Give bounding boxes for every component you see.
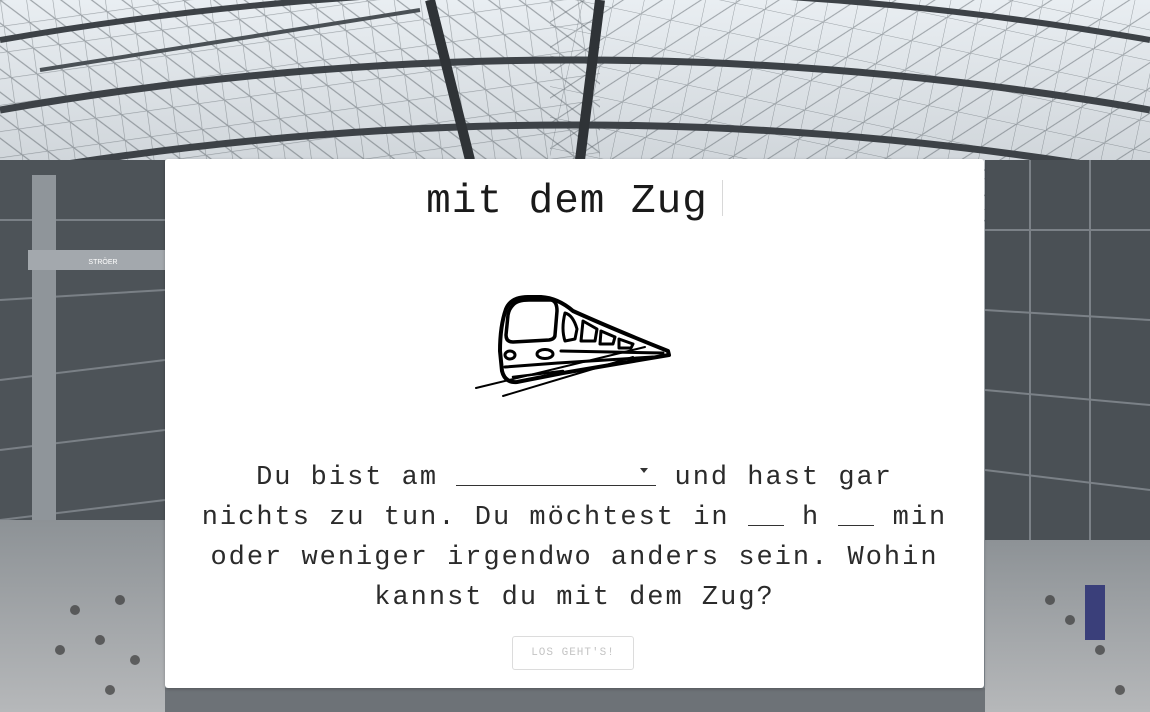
page-title: mit dem Zug: [165, 176, 984, 228]
text-cursor: [721, 180, 723, 216]
station-select[interactable]: [456, 461, 657, 486]
chevron-down-icon: [640, 468, 649, 473]
hours-input[interactable]: [747, 501, 784, 526]
prompt-text-1: Du bist am: [256, 463, 439, 493]
hours-unit-label: h: [802, 503, 821, 533]
page-title-text: mit dem Zug: [426, 179, 708, 225]
train-icon: [473, 291, 673, 401]
minutes-input[interactable]: [838, 501, 875, 526]
start-button[interactable]: LOS GEHT'S!: [512, 636, 634, 670]
question-text: Du bist am und hast gar nichts zu tun. D…: [195, 458, 954, 618]
main-card: mit dem Zug Du bist am und hast gar nich…: [165, 159, 984, 688]
station-sign-text: STRÖER: [88, 258, 117, 266]
